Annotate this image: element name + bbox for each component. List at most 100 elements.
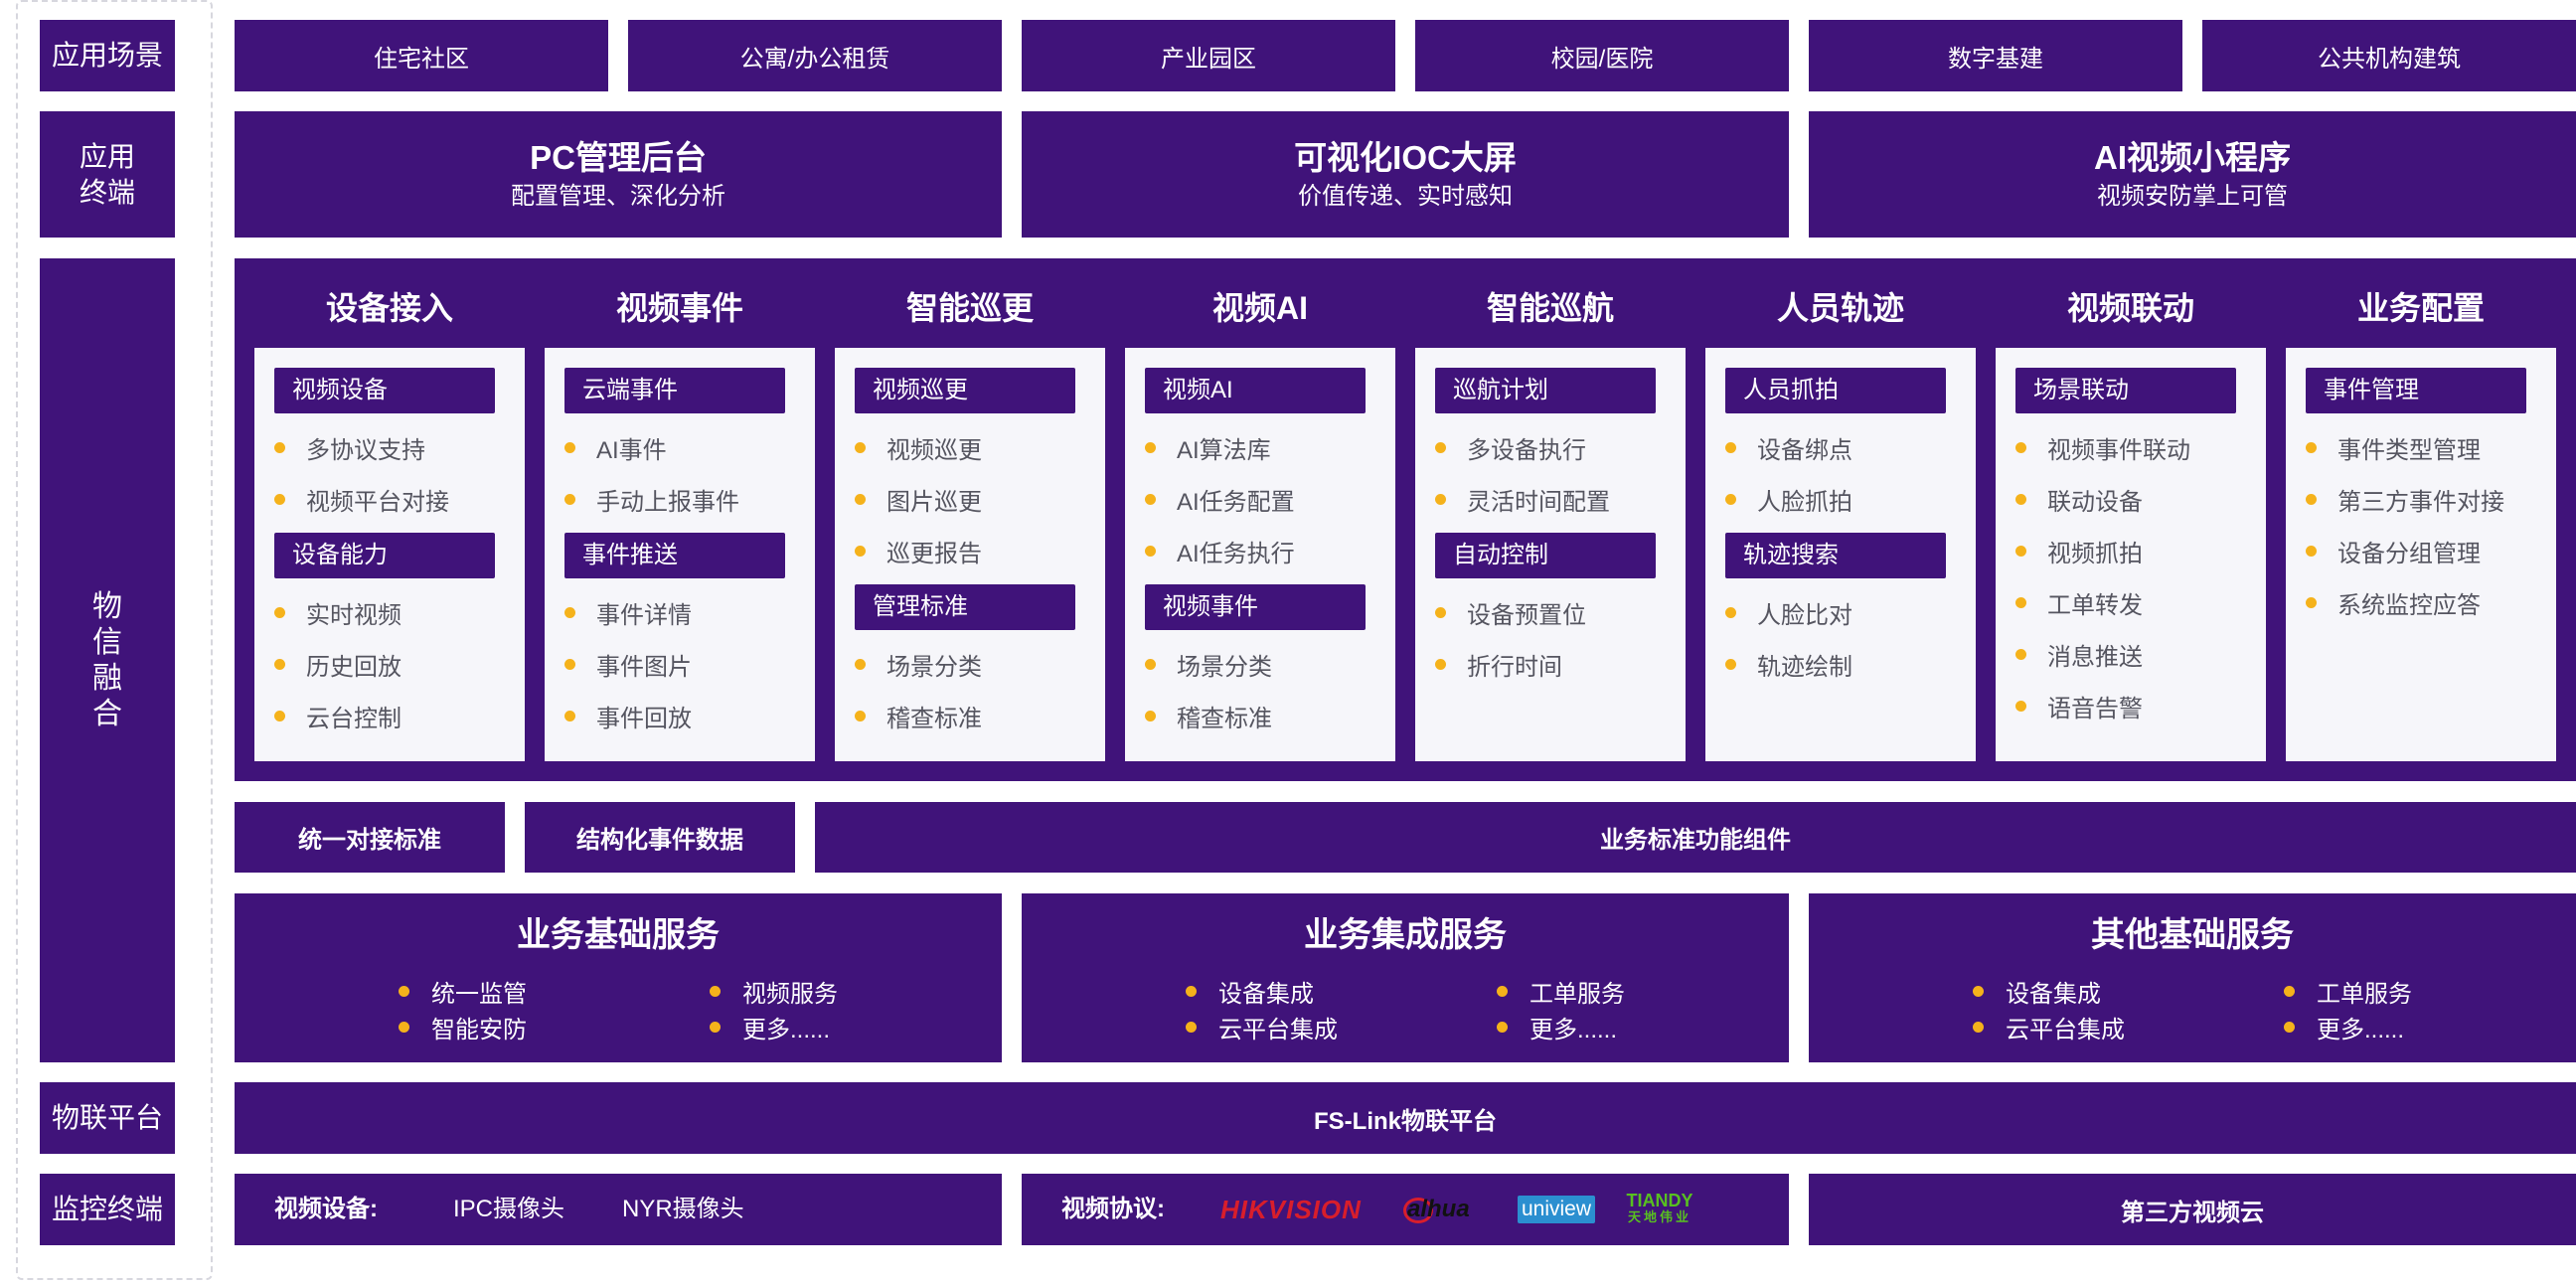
module-item: 人脸比对 xyxy=(1725,586,1852,638)
third-party-cloud-box: 第三方视频云 xyxy=(1809,1174,2576,1245)
service-item: 统一监管 xyxy=(399,974,527,1008)
terminal-subtitle: 价值传递、实时感知 xyxy=(1298,182,1513,210)
module-title: 智能巡更 xyxy=(905,290,1034,326)
bullet-dot xyxy=(274,606,285,618)
hikvision-logo-text: HIKVISION xyxy=(1220,1195,1362,1224)
module-item-text: 视频抓拍 xyxy=(2047,540,2143,567)
module-title: 视频AI xyxy=(1211,290,1308,326)
bullet-dot xyxy=(1145,545,1156,557)
service-item-text: 智能安防 xyxy=(431,1016,527,1043)
module-item: 消息推送 xyxy=(2015,628,2143,680)
module-item: 事件详情 xyxy=(564,586,692,638)
module-item-text: 手动上报事件 xyxy=(596,488,739,516)
bullet-dot xyxy=(1725,441,1736,453)
row-label-fusion: 物信融合 xyxy=(40,258,175,1062)
service-item: 智能安防 xyxy=(399,1010,527,1043)
uniview-logo-text: uniview xyxy=(1521,1198,1592,1220)
module-item: 语音告警 xyxy=(2015,680,2143,731)
scene-box: 住宅社区 xyxy=(235,20,608,91)
service-item-text: 工单服务 xyxy=(2317,980,2412,1008)
module-item-text: 实时视频 xyxy=(306,601,402,629)
module-item: 多协议支持 xyxy=(274,421,425,473)
service-box: 业务基础服务 统一监管 视频服务 智能安防 更多...... xyxy=(235,893,1002,1062)
service-box: 业务集成服务 设备集成 工单服务 云平台集成 更多...... xyxy=(1022,893,1789,1062)
module-title: 视频联动 xyxy=(2066,290,2194,326)
standard-box: 业务标准功能组件 xyxy=(815,802,2576,873)
service-item-text: 更多...... xyxy=(1530,1016,1618,1043)
module-item-text: 场景分类 xyxy=(886,653,982,681)
service-item-text: 设备集成 xyxy=(2006,980,2101,1008)
module-item-text: 人脸比对 xyxy=(1757,601,1852,629)
bullet-dot xyxy=(2015,441,2026,453)
bullet-dot xyxy=(710,985,721,997)
service-title: 其他基础服务 xyxy=(2091,916,2294,954)
module-item-text: 稽查标准 xyxy=(1177,705,1272,732)
module-item: 稽查标准 xyxy=(855,690,982,741)
scene-box: 公共机构建筑 xyxy=(2202,20,2576,91)
standard-box: 结构化事件数据 xyxy=(525,802,795,873)
bullet-dot xyxy=(1186,985,1197,997)
service-item: 更多...... xyxy=(2284,1010,2404,1043)
bullet-dot xyxy=(2015,648,2026,660)
bullet-dot xyxy=(855,493,866,505)
service-item-text: 设备集成 xyxy=(1218,980,1314,1008)
module-item-text: 事件类型管理 xyxy=(2337,436,2481,464)
module-item-text: 多设备执行 xyxy=(1467,436,1586,464)
service-item: 视频服务 xyxy=(710,974,838,1008)
bullet-dot xyxy=(1435,441,1446,453)
module-item-text: 折行时间 xyxy=(1467,653,1562,681)
row-label-text: 应用场景 xyxy=(51,40,163,71)
module-item: 轨迹绘制 xyxy=(1725,638,1852,690)
bullet-dot xyxy=(1725,658,1736,670)
module-item-text: 云台控制 xyxy=(306,705,402,732)
scene-label: 公共机构建筑 xyxy=(2318,45,2461,73)
module-tag: 视频设备 xyxy=(274,368,495,413)
module-title: 业务配置 xyxy=(2356,290,2485,326)
row-label-scenes: 应用场景 xyxy=(40,20,175,91)
bullet-dot xyxy=(564,606,575,618)
scene-label: 住宅社区 xyxy=(374,45,469,73)
service-title: 业务基础服务 xyxy=(517,916,720,954)
video-device-item: IPC摄像头 xyxy=(453,1196,565,1222)
bullet-dot xyxy=(1186,1021,1197,1033)
module-item: AI任务执行 xyxy=(1145,525,1295,576)
uniview-logo: uniview xyxy=(1518,1196,1595,1223)
row-label-text: 监控终端 xyxy=(51,1194,163,1224)
bullet-dot xyxy=(855,710,866,722)
module-item: 视频平台对接 xyxy=(274,473,449,525)
service-item-text: 云平台集成 xyxy=(1218,1016,1338,1043)
tiandy-logo-text: TIANDY xyxy=(1626,1191,1693,1210)
module-item: 设备预置位 xyxy=(1435,586,1586,638)
module-item: 联动设备 xyxy=(2015,473,2143,525)
module-item: 设备绑点 xyxy=(1725,421,1852,473)
module-item-text: 设备绑点 xyxy=(1757,436,1852,464)
module-item-text: 场景分类 xyxy=(1177,653,1272,681)
module-item: 场景分类 xyxy=(1145,638,1272,690)
module-item-text: 消息推送 xyxy=(2047,643,2143,671)
bullet-dot xyxy=(2306,493,2317,505)
scene-box: 公寓/办公租赁 xyxy=(628,20,1002,91)
module-tag: 自动控制 xyxy=(1435,533,1656,578)
tiandy-logo: TIANDY 天地伟业 xyxy=(1620,1192,1699,1225)
module-tag: 视频巡更 xyxy=(855,368,1075,413)
row-label-monitor-terminals: 监控终端 xyxy=(40,1174,175,1245)
row-label-text: 物信融合 xyxy=(92,589,122,730)
module-item-text: 工单转发 xyxy=(2047,591,2143,619)
module-card: 事件管理 事件类型管理 第三方事件对接 设备分组管理 系统监控应答 xyxy=(2286,348,2556,761)
module-item: 事件回放 xyxy=(564,690,692,741)
dahua-logo: alhua xyxy=(1403,1196,1487,1223)
module-item: 设备分组管理 xyxy=(2306,525,2481,576)
bullet-dot xyxy=(2306,441,2317,453)
bullet-dot xyxy=(564,658,575,670)
module-item-text: 稽查标准 xyxy=(886,705,982,732)
module-tag: 巡航计划 xyxy=(1435,368,1656,413)
third-party-cloud-label: 第三方视频云 xyxy=(2121,1199,2264,1226)
module-item: 历史回放 xyxy=(274,638,402,690)
module-item-text: 事件图片 xyxy=(596,653,692,681)
module-item: 云台控制 xyxy=(274,690,402,741)
module-item: 视频抓拍 xyxy=(2015,525,2143,576)
standard-label: 结构化事件数据 xyxy=(576,827,743,854)
bullet-dot xyxy=(2015,545,2026,557)
module-item-text: 事件回放 xyxy=(596,705,692,732)
bullet-dot xyxy=(1973,985,1984,997)
